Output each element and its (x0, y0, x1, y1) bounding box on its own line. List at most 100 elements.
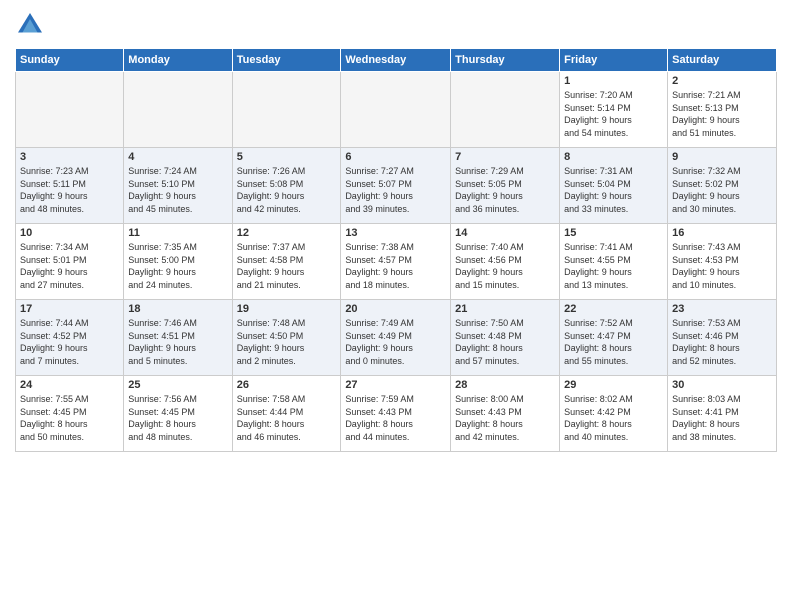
day-info: Sunrise: 7:48 AM Sunset: 4:50 PM Dayligh… (237, 317, 337, 367)
day-number: 12 (237, 227, 337, 239)
day-info: Sunrise: 7:43 AM Sunset: 4:53 PM Dayligh… (672, 241, 772, 291)
day-number: 27 (345, 379, 446, 391)
calendar-header-monday: Monday (124, 49, 232, 72)
calendar-cell: 1 Sunrise: 7:20 AM Sunset: 5:14 PM Daylig… (560, 72, 668, 148)
logo (15, 10, 49, 40)
calendar-cell: 10 Sunrise: 7:34 AM Sunset: 5:01 PM Dayli… (16, 224, 124, 300)
calendar: SundayMondayTuesdayWednesdayThursdayFrid… (15, 48, 777, 452)
calendar-cell: 7 Sunrise: 7:29 AM Sunset: 5:05 PM Daylig… (451, 148, 560, 224)
calendar-cell: 26 Sunrise: 7:58 AM Sunset: 4:44 PM Dayli… (232, 376, 341, 452)
calendar-cell: 19 Sunrise: 7:48 AM Sunset: 4:50 PM Dayli… (232, 300, 341, 376)
day-info: Sunrise: 7:49 AM Sunset: 4:49 PM Dayligh… (345, 317, 446, 367)
day-number: 19 (237, 303, 337, 315)
day-number: 3 (20, 151, 119, 163)
day-info: Sunrise: 7:21 AM Sunset: 5:13 PM Dayligh… (672, 89, 772, 139)
calendar-cell: 15 Sunrise: 7:41 AM Sunset: 4:55 PM Dayli… (560, 224, 668, 300)
day-number: 11 (128, 227, 227, 239)
day-number: 2 (672, 75, 772, 87)
calendar-cell: 17 Sunrise: 7:44 AM Sunset: 4:52 PM Dayli… (16, 300, 124, 376)
calendar-header-saturday: Saturday (668, 49, 777, 72)
day-number: 1 (564, 75, 663, 87)
day-info: Sunrise: 7:58 AM Sunset: 4:44 PM Dayligh… (237, 393, 337, 443)
day-number: 7 (455, 151, 555, 163)
day-number: 24 (20, 379, 119, 391)
calendar-cell: 2 Sunrise: 7:21 AM Sunset: 5:13 PM Daylig… (668, 72, 777, 148)
calendar-cell: 14 Sunrise: 7:40 AM Sunset: 4:56 PM Dayli… (451, 224, 560, 300)
day-number: 23 (672, 303, 772, 315)
day-number: 26 (237, 379, 337, 391)
day-number: 14 (455, 227, 555, 239)
page: SundayMondayTuesdayWednesdayThursdayFrid… (0, 0, 792, 612)
day-info: Sunrise: 7:53 AM Sunset: 4:46 PM Dayligh… (672, 317, 772, 367)
calendar-header-row: SundayMondayTuesdayWednesdayThursdayFrid… (16, 49, 777, 72)
calendar-cell: 13 Sunrise: 7:38 AM Sunset: 4:57 PM Dayli… (341, 224, 451, 300)
calendar-cell: 4Sunrise: 7:24 AM Sunset: 5:10 PM Daylig… (124, 148, 232, 224)
day-info: Sunrise: 7:40 AM Sunset: 4:56 PM Dayligh… (455, 241, 555, 291)
calendar-cell: 21Sunrise: 7:50 AM Sunset: 4:48 PM Dayli… (451, 300, 560, 376)
day-info: Sunrise: 7:41 AM Sunset: 4:55 PM Dayligh… (564, 241, 663, 291)
calendar-cell: 11 Sunrise: 7:35 AM Sunset: 5:00 PM Dayli… (124, 224, 232, 300)
day-info: Sunrise: 7:32 AM Sunset: 5:02 PM Dayligh… (672, 165, 772, 215)
calendar-cell: 28 Sunrise: 8:00 AM Sunset: 4:43 PM Dayli… (451, 376, 560, 452)
day-info: Sunrise: 7:35 AM Sunset: 5:00 PM Dayligh… (128, 241, 227, 291)
day-number: 15 (564, 227, 663, 239)
day-number: 8 (564, 151, 663, 163)
calendar-cell: 16Sunrise: 7:43 AM Sunset: 4:53 PM Dayli… (668, 224, 777, 300)
calendar-header-tuesday: Tuesday (232, 49, 341, 72)
calendar-cell (16, 72, 124, 148)
calendar-cell: 27 Sunrise: 7:59 AM Sunset: 4:43 PM Dayli… (341, 376, 451, 452)
calendar-week-4: 24 Sunrise: 7:55 AM Sunset: 4:45 PM Dayli… (16, 376, 777, 452)
calendar-header-friday: Friday (560, 49, 668, 72)
calendar-cell: 3 Sunrise: 7:23 AM Sunset: 5:11 PM Daylig… (16, 148, 124, 224)
day-info: Sunrise: 7:23 AM Sunset: 5:11 PM Dayligh… (20, 165, 119, 215)
day-number: 22 (564, 303, 663, 315)
calendar-week-2: 10 Sunrise: 7:34 AM Sunset: 5:01 PM Dayli… (16, 224, 777, 300)
day-info: Sunrise: 7:31 AM Sunset: 5:04 PM Dayligh… (564, 165, 663, 215)
day-number: 17 (20, 303, 119, 315)
calendar-cell: 24 Sunrise: 7:55 AM Sunset: 4:45 PM Dayli… (16, 376, 124, 452)
day-info: Sunrise: 8:02 AM Sunset: 4:42 PM Dayligh… (564, 393, 663, 443)
day-number: 29 (564, 379, 663, 391)
calendar-header-wednesday: Wednesday (341, 49, 451, 72)
day-info: Sunrise: 7:29 AM Sunset: 5:05 PM Dayligh… (455, 165, 555, 215)
header (15, 10, 777, 40)
day-info: Sunrise: 7:20 AM Sunset: 5:14 PM Dayligh… (564, 89, 663, 139)
calendar-cell: 20 Sunrise: 7:49 AM Sunset: 4:49 PM Dayli… (341, 300, 451, 376)
calendar-cell (341, 72, 451, 148)
day-number: 6 (345, 151, 446, 163)
day-info: Sunrise: 7:59 AM Sunset: 4:43 PM Dayligh… (345, 393, 446, 443)
calendar-cell: 18Sunrise: 7:46 AM Sunset: 4:51 PM Dayli… (124, 300, 232, 376)
calendar-cell (451, 72, 560, 148)
day-number: 30 (672, 379, 772, 391)
day-info: Sunrise: 7:38 AM Sunset: 4:57 PM Dayligh… (345, 241, 446, 291)
day-info: Sunrise: 7:27 AM Sunset: 5:07 PM Dayligh… (345, 165, 446, 215)
day-number: 25 (128, 379, 227, 391)
day-info: Sunrise: 7:34 AM Sunset: 5:01 PM Dayligh… (20, 241, 119, 291)
logo-icon (15, 10, 45, 40)
day-info: Sunrise: 8:00 AM Sunset: 4:43 PM Dayligh… (455, 393, 555, 443)
day-number: 13 (345, 227, 446, 239)
calendar-cell: 30Sunrise: 8:03 AM Sunset: 4:41 PM Dayli… (668, 376, 777, 452)
calendar-week-1: 3 Sunrise: 7:23 AM Sunset: 5:11 PM Daylig… (16, 148, 777, 224)
day-number: 4 (128, 151, 227, 163)
calendar-cell: 25 Sunrise: 7:56 AM Sunset: 4:45 PM Dayli… (124, 376, 232, 452)
day-info: Sunrise: 7:55 AM Sunset: 4:45 PM Dayligh… (20, 393, 119, 443)
day-number: 5 (237, 151, 337, 163)
day-number: 20 (345, 303, 446, 315)
calendar-week-3: 17 Sunrise: 7:44 AM Sunset: 4:52 PM Dayli… (16, 300, 777, 376)
day-info: Sunrise: 7:26 AM Sunset: 5:08 PM Dayligh… (237, 165, 337, 215)
calendar-header-sunday: Sunday (16, 49, 124, 72)
calendar-cell: 9 Sunrise: 7:32 AM Sunset: 5:02 PM Daylig… (668, 148, 777, 224)
day-number: 28 (455, 379, 555, 391)
day-number: 10 (20, 227, 119, 239)
calendar-cell (232, 72, 341, 148)
day-info: Sunrise: 7:44 AM Sunset: 4:52 PM Dayligh… (20, 317, 119, 367)
calendar-cell: 12 Sunrise: 7:37 AM Sunset: 4:58 PM Dayli… (232, 224, 341, 300)
calendar-header-thursday: Thursday (451, 49, 560, 72)
day-number: 18 (128, 303, 227, 315)
calendar-cell: 22Sunrise: 7:52 AM Sunset: 4:47 PM Dayli… (560, 300, 668, 376)
day-info: Sunrise: 7:56 AM Sunset: 4:45 PM Dayligh… (128, 393, 227, 443)
calendar-cell (124, 72, 232, 148)
day-number: 9 (672, 151, 772, 163)
day-info: Sunrise: 7:37 AM Sunset: 4:58 PM Dayligh… (237, 241, 337, 291)
